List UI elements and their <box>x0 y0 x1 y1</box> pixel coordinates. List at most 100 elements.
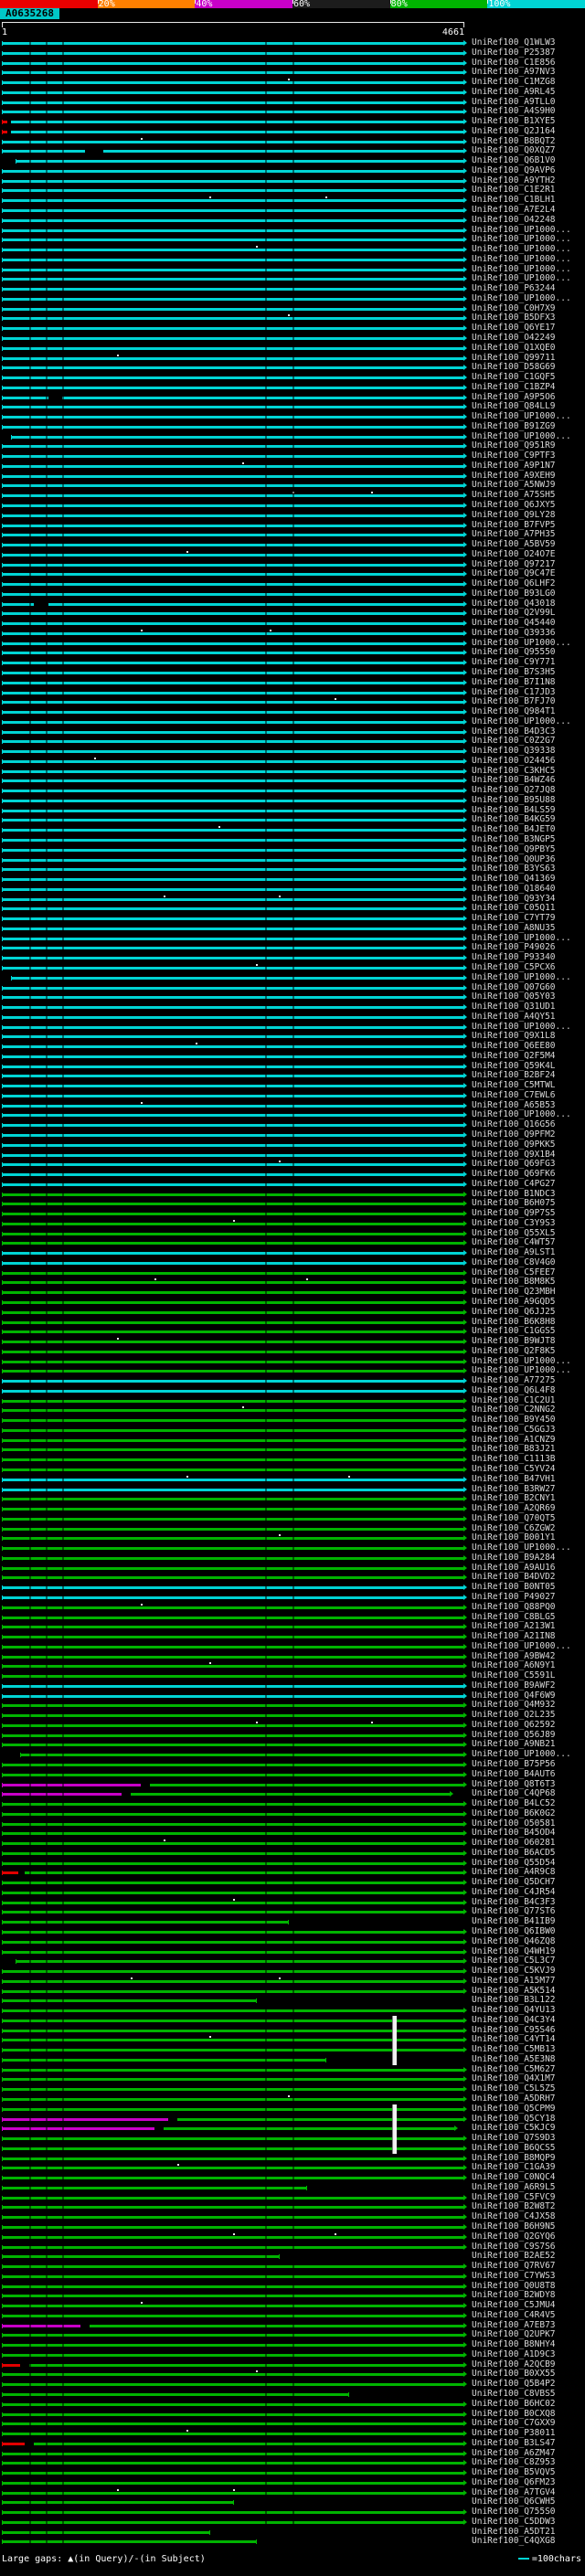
subject-id-label[interactable]: UniRef100_A9RL45 <box>472 88 556 98</box>
alignment-bar-start-cap <box>2 1300 3 1305</box>
subject-id-label[interactable]: UniRef100_UP1000... <box>472 973 571 983</box>
alignment-row[interactable]: UniRef100_UP1000... <box>0 255 585 265</box>
alignment-bar-arrowhead <box>463 1909 467 1914</box>
alignment-bar-segment <box>2 1734 463 1737</box>
subject-id-label[interactable]: UniRef100_Q1XQE0 <box>472 344 556 354</box>
subject-id-label[interactable]: UniRef100_B6QCS5 <box>472 2144 556 2154</box>
alignment-bar-start-cap <box>2 2392 3 2397</box>
alignment-row[interactable]: UniRef100_B91ZG9 <box>0 422 585 432</box>
subject-id-label[interactable]: UniRef100_Q70QT5 <box>472 1514 556 1524</box>
alignment-bar-segment <box>2 1617 463 1619</box>
alignment-bar-arrowhead <box>463 1939 467 1945</box>
alignment-row[interactable]: UniRef100_B3LS47 <box>0 2439 585 2449</box>
alignment-bar-segment <box>2 1862 463 1865</box>
subject-id-label[interactable]: UniRef100_Q18640 <box>472 885 556 895</box>
alignment-row[interactable]: UniRef100_Q5CPM9 <box>0 2104 585 2115</box>
alignment-row[interactable]: UniRef100_Q2F8K5 <box>0 1347 585 1357</box>
alignment-row[interactable]: UniRef100_Q6JJ25 <box>0 1308 585 1318</box>
subject-id-label[interactable]: UniRef100_B91ZG9 <box>472 422 556 432</box>
subject-id-label[interactable]: UniRef100_O24O7E <box>472 550 556 560</box>
subject-id-label[interactable]: UniRef100_C1BZP4 <box>472 383 556 393</box>
alignment-bar-start-cap <box>2 1320 3 1325</box>
alignment-bar-start-cap <box>2 2274 3 2279</box>
alignment-row[interactable]: UniRef100_C4R4V5 <box>0 2311 585 2321</box>
alignment-bar-start-cap <box>2 454 3 459</box>
alignment-row[interactable]: UniRef100_Q70QT5 <box>0 1514 585 1524</box>
subject-id-label[interactable]: UniRef100_Q2F8K5 <box>472 1347 556 1357</box>
subject-id-label[interactable]: UniRef100_B4AUT6 <box>472 1770 556 1780</box>
subject-id-label[interactable]: UniRef100_Q6JJ25 <box>472 1308 556 1318</box>
subject-id-label[interactable]: UniRef100_B6K0G2 <box>472 1809 556 1819</box>
alignment-row[interactable]: UniRef100_Q1XQE0 <box>0 344 585 354</box>
alignment-row[interactable]: UniRef100_B6QCS5 <box>0 2144 585 2154</box>
subject-id-label[interactable]: UniRef100_O42248 <box>472 216 556 226</box>
alignment-row[interactable]: UniRef100_UP1000... <box>0 717 585 727</box>
alignment-row[interactable]: UniRef100_C4PG27 <box>0 1180 585 1190</box>
alignment-row[interactable]: UniRef100_O24O7E <box>0 550 585 560</box>
alignment-bar-segment <box>2 622 463 625</box>
subject-id-label[interactable]: UniRef100_Q88PQ0 <box>472 1603 556 1613</box>
alignment-row[interactable]: UniRef100_Q2F5M4 <box>0 1052 585 1062</box>
subject-id-label[interactable]: UniRef100_A15M77 <box>472 1977 556 1987</box>
alignment-bar-arrowhead <box>463 1211 467 1216</box>
alignment-row[interactable]: UniRef100_P25387 <box>0 48 585 58</box>
alignment-bar-segment <box>2 2059 325 2062</box>
alignment-row[interactable]: UniRef100_Q46ZQ8 <box>0 1937 585 1947</box>
alignment-bar-arrowhead <box>463 1339 467 1344</box>
alignment-row[interactable]: UniRef100_B9AWF2 <box>0 1681 585 1691</box>
alignment-bar-segment <box>2 347 463 350</box>
alignment-row[interactable]: UniRef100_C4QXG8 <box>0 2537 585 2547</box>
alignment-bar-arrowhead <box>463 1279 467 1285</box>
alignment-row[interactable]: UniRef100_A15M77 <box>0 1977 585 1987</box>
alignment-row[interactable]: UniRef100_Q2GYQ6 <box>0 2232 585 2242</box>
subject-id-label[interactable]: UniRef100_B3LS47 <box>472 2439 556 2449</box>
alignment-row[interactable]: UniRef100_UP1000... <box>0 973 585 983</box>
subject-id-label[interactable]: UniRef100_Q9LY28 <box>472 511 556 521</box>
alignment-bar-segment <box>2 1321 463 1324</box>
alignment-row[interactable]: UniRef100_Q9LY28 <box>0 511 585 521</box>
subject-id-label[interactable]: UniRef100_Q5CPM9 <box>472 2104 556 2115</box>
subject-id-label[interactable]: UniRef100_Q9PKK5 <box>472 1140 556 1150</box>
alignment-row[interactable]: UniRef100_Q88PQ0 <box>0 1603 585 1613</box>
alignment-row[interactable]: UniRef100_B6K0G2 <box>0 1809 585 1819</box>
alignment-row[interactable]: UniRef100_B4AUT6 <box>0 1770 585 1780</box>
subject-id-label[interactable]: UniRef100_UP1000... <box>472 255 571 265</box>
alignment-row[interactable]: UniRef100_O42248 <box>0 216 585 226</box>
gap-marker <box>233 1899 235 1901</box>
subject-id-label[interactable]: UniRef100_Q2F5M4 <box>472 1052 556 1062</box>
subject-id-label[interactable]: UniRef100_B9AWF2 <box>472 1681 556 1691</box>
gap-marker <box>209 196 211 198</box>
alignment-row[interactable]: UniRef100_B7I1N8 <box>0 678 585 688</box>
alignment-bar-segment <box>2 2069 463 2072</box>
subject-id-label[interactable]: UniRef100_Q2GYQ6 <box>472 2232 556 2242</box>
alignment-row[interactable]: UniRef100_Q9PBY5 <box>0 845 585 855</box>
alignment-bar-start-cap <box>2 1232 3 1236</box>
alignment-row[interactable]: UniRef100_B6HC02 <box>0 2400 585 2410</box>
subject-id-label[interactable]: UniRef100_UP1000... <box>472 1642 571 1652</box>
subject-id-label[interactable]: UniRef100_C7YWS3 <box>472 2272 556 2282</box>
legend-scale: =100chars <box>518 2554 581 2564</box>
subject-id-label[interactable]: UniRef100_P25387 <box>472 48 556 58</box>
subject-id-label[interactable]: UniRef100_C4PG27 <box>472 1180 556 1190</box>
alignment-row[interactable]: UniRef100_Q18640 <box>0 885 585 895</box>
alignment-row[interactable]: UniRef100_C7YWS3 <box>0 2272 585 2282</box>
subject-id-label[interactable]: UniRef100_Q46ZQ8 <box>472 1937 556 1947</box>
subject-id-label[interactable]: UniRef100_B7I1N8 <box>472 678 556 688</box>
subject-id-label[interactable]: UniRef100_Q9PBY5 <box>472 845 556 855</box>
alignment-bar-arrowhead <box>463 1526 467 1532</box>
subject-id-label[interactable]: UniRef100_B6HC02 <box>472 2400 556 2410</box>
alignment-bar-arrowhead <box>463 2284 467 2289</box>
alignment-row[interactable]: UniRef100_A4QY51 <box>0 1012 585 1023</box>
subject-id-label[interactable]: UniRef100_UP1000... <box>472 717 571 727</box>
alignment-bar-start-cap <box>2 769 3 774</box>
alignment-row[interactable]: UniRef100_A9RL45 <box>0 88 585 98</box>
alignment-row[interactable]: UniRef100_C1BZP4 <box>0 383 585 393</box>
alignment-bar-segment <box>2 564 463 567</box>
subject-id-label[interactable]: UniRef100_C4QXG8 <box>472 2537 556 2547</box>
subject-id-label[interactable]: UniRef100_C4R4V5 <box>472 2311 556 2321</box>
alignment-row[interactable]: UniRef100_UP1000... <box>0 1642 585 1652</box>
alignment-row[interactable]: UniRef100_Q9PKK5 <box>0 1140 585 1150</box>
subject-id-label[interactable]: UniRef100_A4QY51 <box>472 1012 556 1023</box>
subject-id-label[interactable]: UniRef100_B47VH1 <box>472 1475 556 1485</box>
alignment-row[interactable]: UniRef100_B47VH1 <box>0 1475 585 1485</box>
